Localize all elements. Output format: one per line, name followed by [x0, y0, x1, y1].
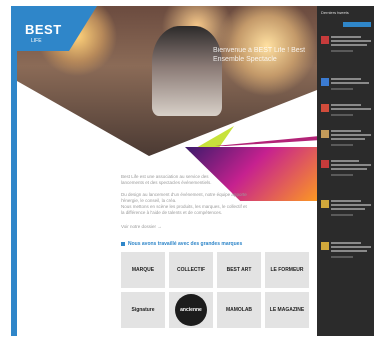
tweet-item[interactable] — [321, 130, 371, 154]
site-logo[interactable]: BEST — [25, 22, 62, 37]
avatar — [321, 242, 329, 250]
tweet-item[interactable] — [321, 78, 371, 98]
tweet-item[interactable] — [321, 36, 371, 66]
client-logo: COLLECTIF — [176, 267, 206, 273]
intro-line: lancements et des spectacles événementie… — [121, 180, 212, 185]
tweet-text — [331, 200, 361, 202]
clients-section-label: Nous avons travaillé avec des grandes ma… — [128, 241, 243, 247]
tweet-text — [331, 138, 365, 140]
client-logo: LE FORMEUR — [270, 267, 304, 273]
tweet-item[interactable] — [321, 104, 371, 124]
avatar — [321, 200, 329, 208]
clients-section-title: Nous avons travaillé avec des grandes ma… — [121, 241, 242, 247]
tweet-text — [331, 44, 367, 46]
intro-line: la différence à l'aide de talents et de … — [121, 210, 223, 215]
tweet-text — [331, 78, 361, 80]
client-logo: BEST ART — [226, 267, 252, 273]
tweet-meta — [331, 256, 353, 258]
client-logo-tile[interactable]: BEST ART — [217, 252, 261, 288]
tweet-text — [331, 130, 361, 132]
tweet-text — [331, 208, 365, 210]
read-more-link[interactable]: Voir notre dossier → — [121, 224, 162, 230]
tweet-meta — [331, 174, 353, 176]
bullet-icon — [121, 241, 125, 246]
tweet-meta — [331, 214, 353, 216]
tweet-meta — [331, 50, 353, 52]
tweet-text — [331, 82, 369, 84]
tweet-text — [331, 164, 371, 166]
tweet-text — [331, 40, 371, 42]
website-frame: BEST LIFE Bienvenue à BEST Life ! Best E… — [11, 6, 374, 336]
client-logo-tile[interactable]: MAMOLAB — [217, 292, 261, 328]
hero-performer-image — [152, 26, 222, 116]
client-logo-tile[interactable]: LE MAGAZINE — [265, 292, 309, 328]
avatar — [321, 130, 329, 138]
main-column: BEST LIFE Bienvenue à BEST Life ! Best E… — [17, 6, 317, 336]
tweet-text — [331, 104, 361, 106]
client-logo-tile[interactable]: ancienne — [169, 292, 213, 328]
site-logo-subtitle: LIFE — [31, 38, 42, 44]
tweet-item[interactable] — [321, 200, 371, 224]
avatar — [321, 78, 329, 86]
client-logo-tile[interactable]: MARQUE — [121, 252, 165, 288]
tweet-text — [331, 204, 371, 206]
client-logo: Signature — [131, 307, 155, 313]
tweet-meta — [331, 144, 353, 146]
tweet-item[interactable] — [321, 242, 371, 270]
client-logo: ancienne — [180, 307, 202, 313]
avatar — [321, 160, 329, 168]
follow-button[interactable] — [343, 22, 371, 27]
client-logo: MAMOLAB — [225, 307, 253, 313]
tweet-text — [331, 134, 371, 136]
tweet-item[interactable] — [321, 160, 371, 184]
hero-title: Bienvenue à BEST Life ! Best Ensemble Sp… — [213, 47, 306, 63]
client-logo-tile[interactable]: LE FORMEUR — [265, 252, 309, 288]
tweet-text — [331, 108, 371, 110]
client-logo-tile[interactable]: COLLECTIF — [169, 252, 213, 288]
client-logo: MARQUE — [131, 267, 155, 273]
tweet-text — [331, 246, 371, 248]
tweet-text — [331, 160, 359, 162]
avatar — [321, 104, 329, 112]
client-logo-circle: ancienne — [175, 294, 207, 326]
tweet-meta — [331, 114, 353, 116]
tweet-text — [331, 250, 367, 252]
sidebar-header: Derniers tweets — [321, 10, 349, 15]
tweet-text — [331, 168, 367, 170]
avatar — [321, 36, 329, 44]
hero-banner — [17, 6, 317, 156]
tweet-text — [331, 242, 361, 244]
tweet-text — [331, 36, 361, 38]
tweet-meta — [331, 88, 353, 90]
twitter-sidebar: Derniers tweets — [317, 6, 374, 336]
client-logo-tile[interactable]: Signature — [121, 292, 165, 328]
client-logo: LE MAGAZINE — [269, 307, 305, 313]
